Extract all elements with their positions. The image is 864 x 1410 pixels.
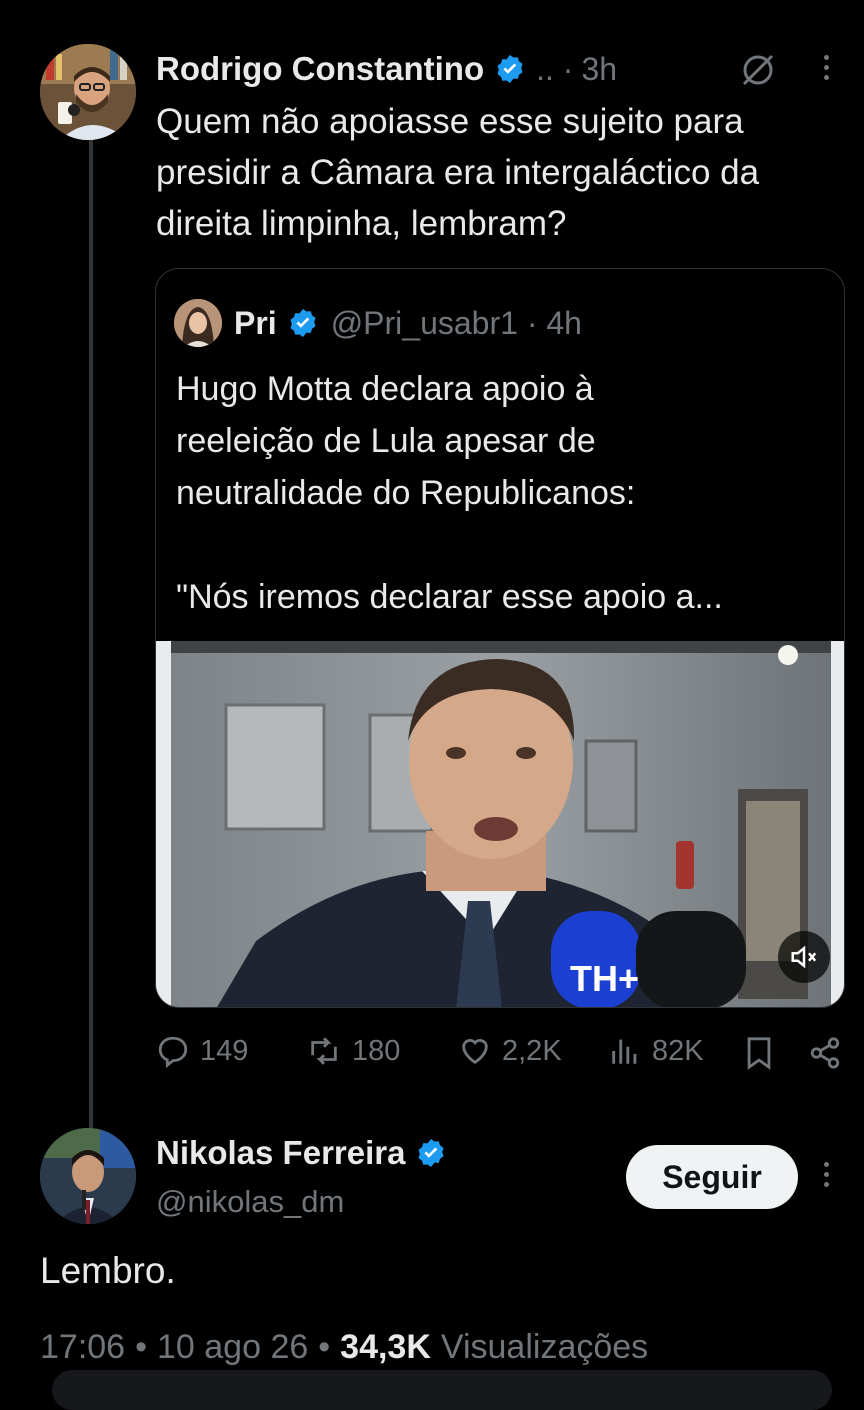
- bookmark-icon[interactable]: [744, 1036, 774, 1075]
- quote-author-name[interactable]: Pri: [234, 305, 277, 342]
- views-count: 82K: [652, 1034, 704, 1067]
- reply-button[interactable]: 149: [156, 1034, 248, 1068]
- thread-line: [89, 140, 93, 1130]
- quote-text-line: Hugo Motta declara apoio à: [176, 370, 594, 408]
- reply-views-count: 34,3K: [340, 1328, 431, 1366]
- heart-icon: [462, 1039, 488, 1065]
- reply-compose-bar[interactable]: [52, 1370, 832, 1410]
- follow-button[interactable]: Seguir: [626, 1145, 798, 1209]
- retweet-button[interactable]: 180: [306, 1034, 400, 1068]
- retweet-count: 180: [352, 1034, 401, 1067]
- quote-handle-time: @Pri_usabr1 · 4h: [330, 304, 582, 341]
- reply-header: Nikolas Ferreira: [156, 1130, 447, 1176]
- mute-icon[interactable]: [778, 931, 830, 983]
- author-name[interactable]: Rodrigo Constantino: [156, 50, 484, 88]
- meta-dot: •: [135, 1328, 147, 1366]
- views-button[interactable]: 82K: [608, 1034, 704, 1068]
- share-icon[interactable]: [808, 1036, 842, 1075]
- retweet-icon: [311, 1037, 337, 1065]
- rodrigo-avatar[interactable]: [40, 44, 136, 140]
- quote-text-line: "Nós iremos declarar esse apoio a...: [176, 578, 723, 616]
- reply-handle[interactable]: @nikolas_dm: [156, 1184, 344, 1220]
- tweet-header: Rodrigo Constantino .. · 3h: [156, 46, 617, 92]
- action-bar: 149 180 2,2K 82K: [156, 1034, 846, 1074]
- reply-meta: 17:06 • 10 ago 26 • 34,3K Visualizações: [40, 1328, 648, 1367]
- mic-logo-text: TH+: [570, 958, 639, 999]
- quote-text-line: neutralidade do Republicanos:: [176, 474, 636, 512]
- meta-dot: •: [318, 1328, 331, 1366]
- tweet-text: Quem não apoiasse esse sujeito para pres…: [156, 102, 760, 243]
- reply-more-options-icon[interactable]: [824, 1162, 829, 1187]
- reply-time[interactable]: 17:06: [40, 1328, 125, 1367]
- reply-text: Lembro.: [40, 1250, 176, 1291]
- reply-author-name[interactable]: Nikolas Ferreira: [156, 1134, 405, 1172]
- quote-tweet-card[interactable]: Pri @Pri_usabr1 · 4h Hugo Motta declara …: [155, 268, 845, 1008]
- grok-icon[interactable]: [738, 50, 778, 95]
- header-separator: .. ·: [536, 50, 574, 87]
- quote-text: Hugo Motta declara apoio à reeleição de …: [176, 363, 826, 623]
- tweet-time[interactable]: 3h: [581, 51, 617, 88]
- reply-icon: [158, 1036, 188, 1068]
- like-button[interactable]: 2,2K: [458, 1034, 562, 1068]
- verified-badge-icon: [287, 307, 319, 339]
- reply-date[interactable]: 10 ago 26: [157, 1328, 308, 1367]
- pri-avatar: [174, 299, 222, 347]
- reply-count: 149: [200, 1034, 249, 1067]
- verified-badge-icon: [494, 53, 526, 85]
- video-player[interactable]: TH+: [156, 641, 844, 1007]
- views-icon: [612, 1039, 637, 1064]
- nikolas-avatar[interactable]: [40, 1128, 136, 1224]
- more-options-icon[interactable]: [824, 55, 829, 80]
- verified-badge-icon: [415, 1137, 447, 1169]
- quote-text-line: reeleição de Lula apesar de: [176, 422, 596, 460]
- reply-views-label: Visualizações: [440, 1328, 649, 1366]
- like-count: 2,2K: [502, 1034, 562, 1067]
